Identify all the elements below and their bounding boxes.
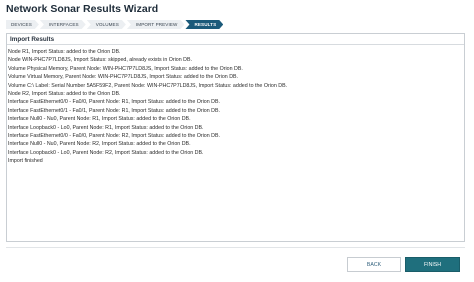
step-interfaces[interactable]: INTERFACES: [40, 20, 86, 29]
back-button[interactable]: BACK: [347, 257, 401, 272]
breadcrumb: DEVICES INTERFACES VOLUMES IMPORT PREVIE…: [6, 20, 224, 29]
step-volumes[interactable]: VOLUMES: [87, 20, 126, 29]
step-results[interactable]: RESULTS: [185, 20, 223, 29]
log-line: Interface Loopback0 - Lo0, Parent Node: …: [8, 124, 204, 131]
log-line: Interface Null0 - Nu0, Parent Node: R1, …: [8, 116, 191, 123]
log-line: Interface Loopback0 - Lo0, Parent Node: …: [8, 149, 204, 156]
log-line: Volume C:\ Label: Serial Number 5A5F59F2…: [8, 82, 288, 89]
log-line: Interface Null0 - Nu0, Parent Node: R2, …: [8, 141, 191, 148]
log-line: Node R2, Import Status: added to the Ori…: [8, 91, 121, 98]
log-line-finished: Import finished: [8, 158, 43, 165]
wizard-title: Network Sonar Results Wizard: [6, 3, 159, 15]
log-line: Interface FastEthernet0/0 - Fa0/0, Paren…: [8, 99, 220, 106]
import-log: Node R1, Import Status: added to the Ori…: [7, 45, 464, 166]
footer-divider: [6, 247, 465, 248]
step-devices[interactable]: DEVICES: [6, 20, 39, 29]
log-line: Volume Virtual Memory, Parent Node: WIN-…: [8, 74, 239, 81]
log-line: Node R1, Import Status: added to the Ori…: [8, 49, 121, 55]
log-line: Interface FastEthernet0/0 - Fa0/0, Paren…: [8, 133, 220, 140]
panel-title: Import Results: [7, 34, 464, 45]
finish-button[interactable]: FINISH: [405, 257, 460, 272]
import-results-panel: Import Results Node R1, Import Status: a…: [6, 33, 465, 242]
log-line: Node WIN-PHC7P7LD8JS, Import Status: ski…: [8, 57, 192, 64]
log-line: Volume Physical Memory, Parent Node: WIN…: [8, 65, 243, 72]
log-line: Interface FastEthernet0/1 - Fa0/1, Paren…: [8, 107, 220, 114]
step-import-preview[interactable]: IMPORT PREVIEW: [127, 20, 185, 29]
